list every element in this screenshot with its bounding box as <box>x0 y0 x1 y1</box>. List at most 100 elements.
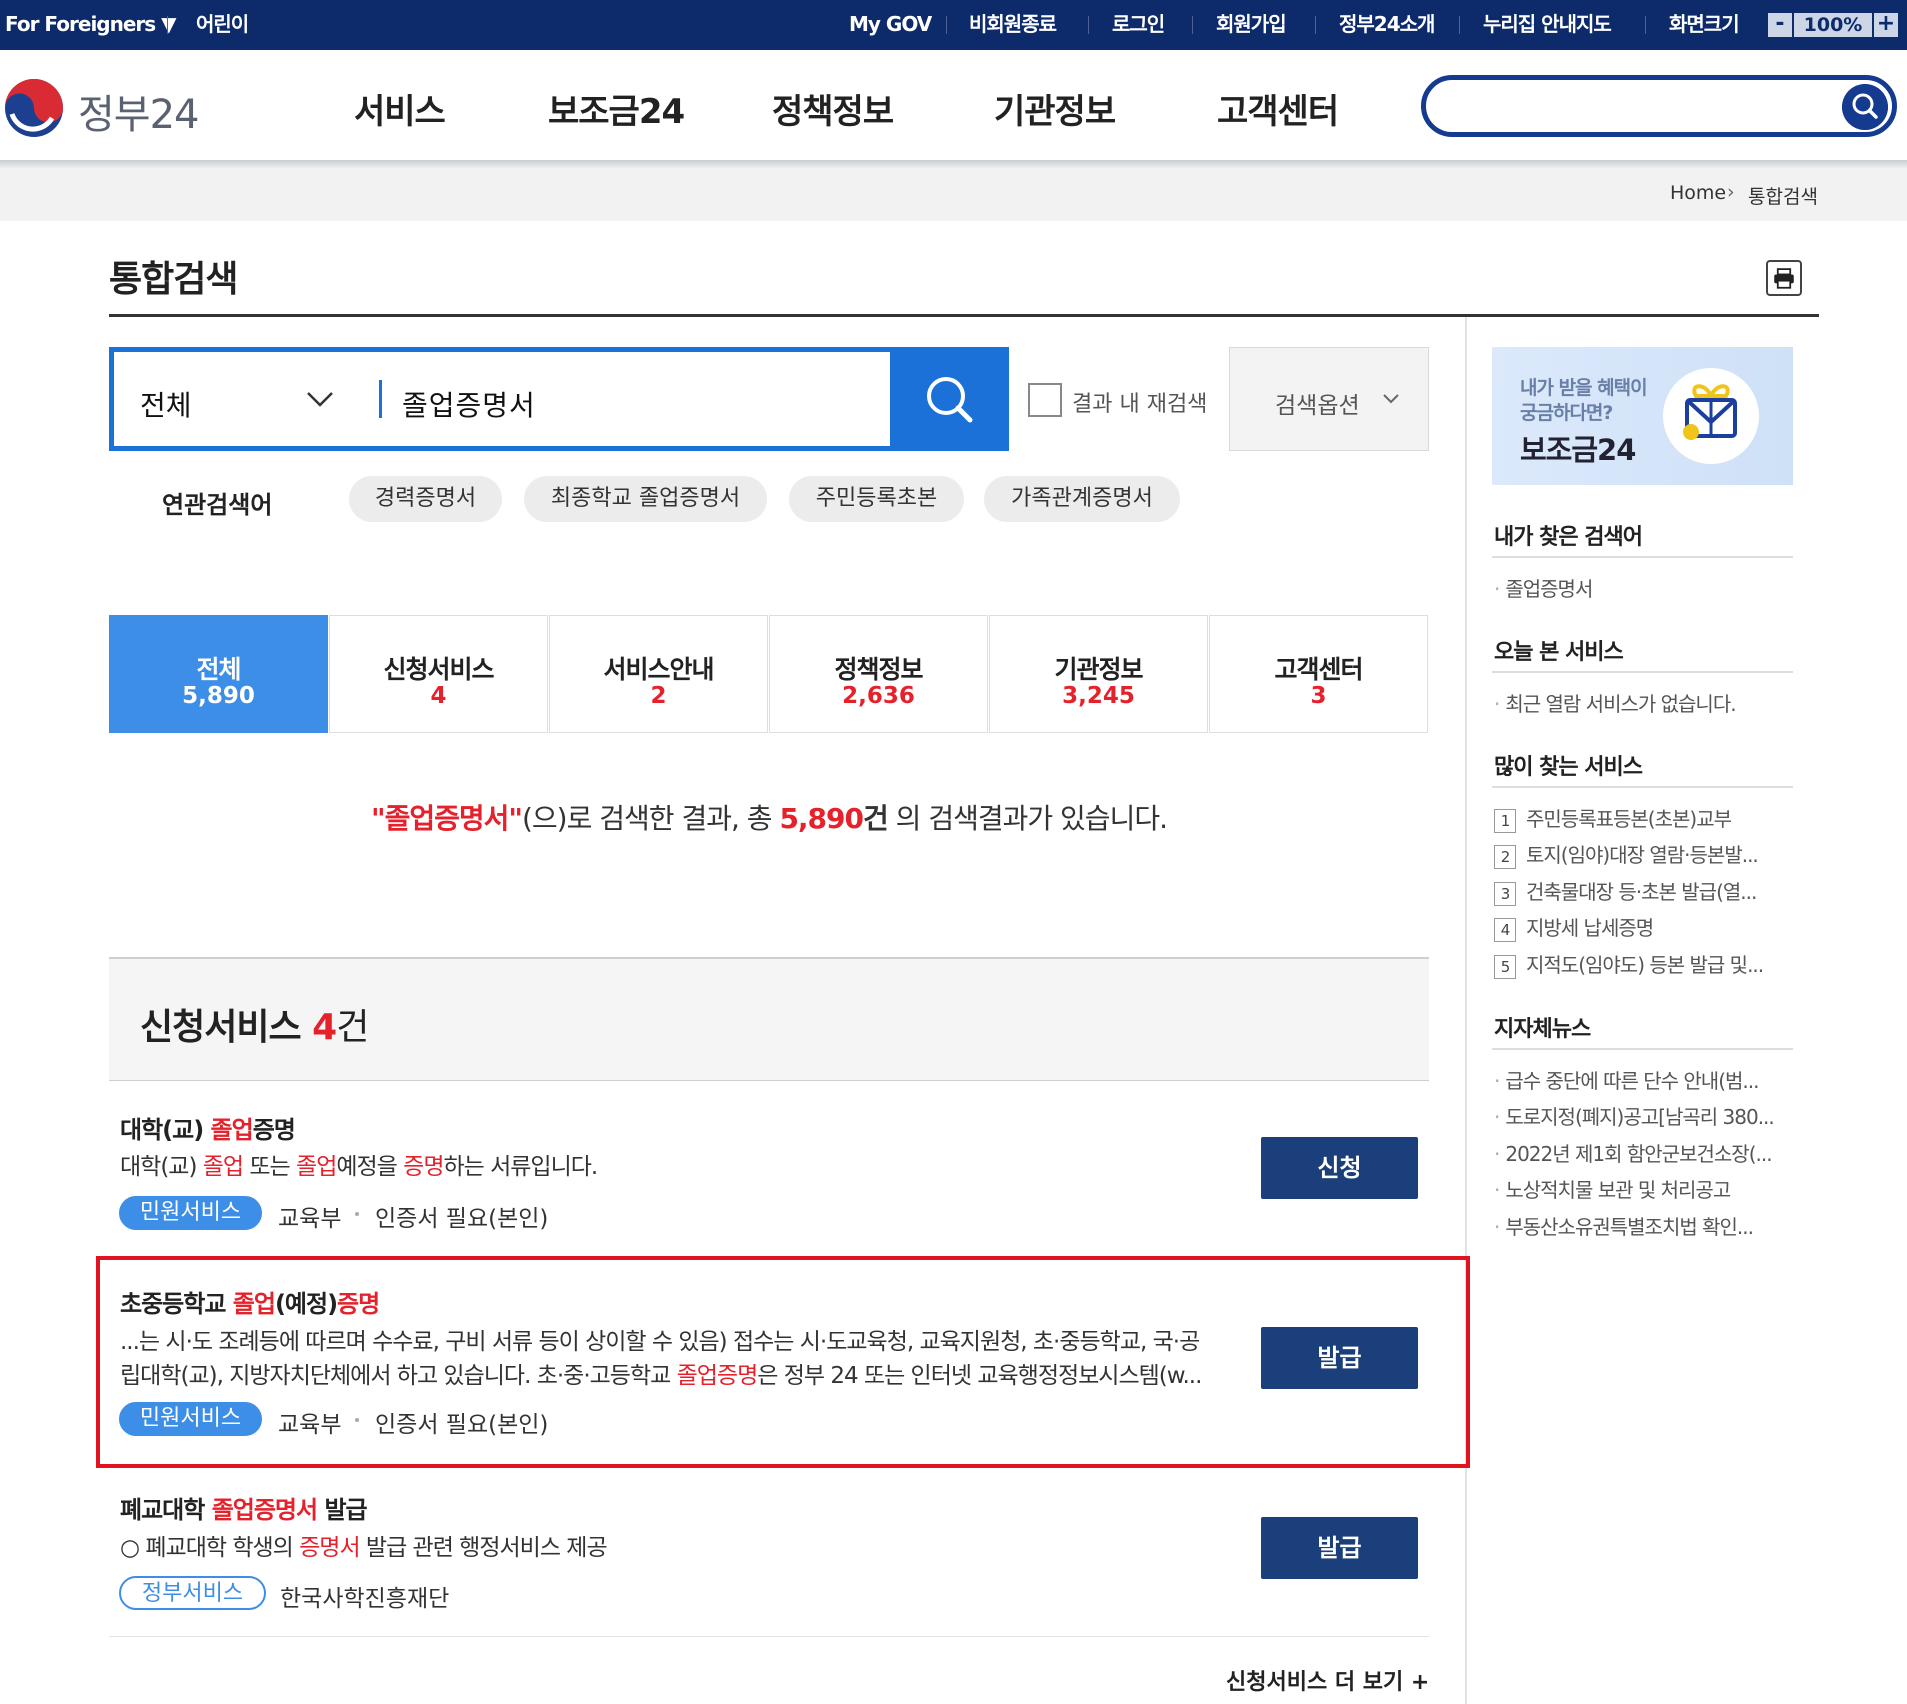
nonmember-end-link[interactable]: 비회원종료 <box>969 0 1057 50</box>
tab-count: 4 <box>430 683 447 709</box>
tab-policy-info[interactable]: 정책정보 2,636 <box>769 615 988 733</box>
popular-service-label: 지적도(임야도) 등본 발급 및... <box>1526 953 1764 977</box>
my-search-item[interactable]: · 졸업증명서 <box>1494 573 1593 602</box>
related-keyword-chip[interactable]: 경력증명서 <box>349 476 502 522</box>
today-viewed-empty: · 최근 열람 서비스가 없습니다. <box>1494 692 1737 716</box>
apply-button[interactable]: 신청 <box>1261 1137 1418 1199</box>
nav-agency[interactable]: 기관정보 <box>994 84 1116 133</box>
logo-text[interactable]: 정부24 <box>78 82 199 140</box>
popular-service-item[interactable]: 5 지적도(임야도) 등본 발급 및... <box>1494 949 1764 979</box>
category-tag: 민원서비스 <box>119 1196 262 1230</box>
breadcrumb-home[interactable]: Home <box>1670 182 1726 204</box>
recheck-label[interactable]: 결과 내 재검색 <box>1072 386 1207 418</box>
meta-separator <box>355 1212 359 1216</box>
chevron-down-icon[interactable] <box>1381 389 1401 409</box>
section-unit: 건 <box>336 1007 369 1048</box>
header-shadow <box>0 160 1907 168</box>
tab-all[interactable]: 전체 5,890 <box>109 615 328 733</box>
tab-agency-info[interactable]: 기관정보 3,245 <box>989 615 1208 733</box>
recheck-checkbox[interactable] <box>1028 383 1062 417</box>
tab-count: 3 <box>1310 683 1327 709</box>
tab-count: 2,636 <box>842 683 915 709</box>
related-keyword-chip[interactable]: 주민등록초본 <box>789 476 964 522</box>
desc-text: 예정을 <box>336 1154 404 1180</box>
related-keyword-chip[interactable]: 가족관계증명서 <box>984 476 1180 522</box>
site-guide-link[interactable]: 누리집 안내지도 <box>1483 0 1612 50</box>
local-news-item[interactable]: · 도로지정(폐지)공고[남곡리 380... <box>1494 1101 1775 1130</box>
popular-service-item[interactable]: 2 토지(임야)대장 열람·등본발... <box>1494 839 1759 869</box>
breadcrumb-current: 통합검색 <box>1748 186 1818 208</box>
local-news-item[interactable]: · 급수 중단에 따른 단수 안내(범... <box>1494 1065 1759 1094</box>
page-title: 통합검색 <box>109 259 238 300</box>
divider <box>1088 16 1089 34</box>
signup-link[interactable]: 회원가입 <box>1216 0 1287 50</box>
my-search-text: 졸업증명서 <box>1505 577 1593 601</box>
divider <box>1459 16 1460 34</box>
cert-required-label: 인증서 필요(본인) <box>375 1206 549 1232</box>
header-search-icon[interactable] <box>1842 84 1888 130</box>
news-text: 노상적치물 보관 및 처리공고 <box>1505 1178 1731 1202</box>
banner-title: 보조금24 <box>1520 433 1636 467</box>
nav-service[interactable]: 서비스 <box>354 84 446 133</box>
popular-service-item[interactable]: 3 건축물대장 등·초본 발급(열... <box>1494 876 1757 906</box>
zoom-out-button[interactable]: - <box>1768 13 1792 37</box>
tab-application-service[interactable]: 신청서비스 4 <box>329 615 548 733</box>
tab-label: 정책정보 <box>834 655 923 684</box>
category-tag: 정부서비스 <box>119 1576 266 1610</box>
banner-text: 궁금하다면? <box>1520 402 1613 424</box>
mygov-link[interactable]: My GOV <box>849 0 932 50</box>
nav-customer-center[interactable]: 고객센터 <box>1217 84 1339 133</box>
result-summary: "졸업증명서"(으)로 검색한 결과, 총 5,890건 의 검색결과가 있습니… <box>109 797 1429 837</box>
for-foreigners-link[interactable]: For Foreigners ▼ <box>5 0 177 50</box>
print-icon[interactable] <box>1766 260 1802 296</box>
result-description: ○ 폐교대학 학생의 증명서 발급 관련 행정서비스 제공 <box>120 1530 608 1566</box>
gift-box-icon <box>1663 368 1759 464</box>
local-news-item[interactable]: · 부동산소유권특별조치법 확인... <box>1494 1211 1754 1240</box>
taegeuk-logo-icon[interactable] <box>4 78 64 138</box>
nav-policy[interactable]: 정책정보 <box>772 84 894 133</box>
desc-text: 하는 서류입니다. <box>443 1154 598 1180</box>
header-search-input[interactable] <box>1421 75 1897 137</box>
popular-service-label: 지방세 납세증명 <box>1526 916 1654 940</box>
result-title-link[interactable]: 폐교대학 졸업증명서 발급 <box>120 1490 368 1525</box>
result-title-link[interactable]: 대학(교) 졸업증명 <box>120 1110 296 1145</box>
popular-service-label: 건축물대장 등·초본 발급(열... <box>1526 880 1757 904</box>
tab-service-guide[interactable]: 서비스안내 2 <box>549 615 768 733</box>
popular-service-item[interactable]: 1 주민등록표등본(초본)교부 <box>1494 803 1732 833</box>
nav-subsidy24[interactable]: 보조금24 <box>548 84 685 133</box>
rank-badge: 4 <box>1494 917 1516 942</box>
search-options-label[interactable]: 검색옵션 <box>1275 386 1360 420</box>
tab-customer-center[interactable]: 고객센터 3 <box>1209 615 1428 733</box>
more-services-link[interactable]: 신청서비스 더 보기 + <box>1226 1664 1429 1696</box>
popular-services-heading: 많이 찾는 서비스 <box>1494 755 1643 780</box>
search-scope-select[interactable]: 전체 <box>140 384 192 424</box>
popular-service-item[interactable]: 4 지방세 납세증명 <box>1494 912 1654 942</box>
issue-button[interactable]: 발급 <box>1261 1517 1418 1579</box>
zoom-in-button[interactable]: + <box>1874 13 1898 37</box>
divider <box>1192 16 1193 34</box>
tab-count: 2 <box>650 683 667 709</box>
divider <box>1315 16 1316 34</box>
side-divider <box>1492 786 1793 788</box>
side-divider <box>1492 556 1793 558</box>
popular-service-label: 주민등록표등본(초본)교부 <box>1526 807 1732 831</box>
news-text: 2022년 제1회 함안군보건소장(... <box>1505 1142 1772 1166</box>
title-divider <box>109 314 1819 317</box>
login-link[interactable]: 로그인 <box>1112 0 1165 50</box>
search-button[interactable] <box>890 347 1009 451</box>
banner-text: 내가 받을 혜택이 <box>1520 377 1648 399</box>
kids-link[interactable]: 어린이 <box>196 0 249 50</box>
summary-query: "졸업증명서" <box>371 802 523 835</box>
related-keyword-chip[interactable]: 최종학교 졸업증명서 <box>524 476 767 522</box>
desc-highlight: 졸업 <box>202 1154 244 1180</box>
search-divider <box>379 380 382 418</box>
about-link[interactable]: 정부24소개 <box>1339 0 1435 50</box>
search-input[interactable]: 졸업증명서 <box>402 384 536 424</box>
divider <box>167 16 168 34</box>
screen-size-label: 화면크기 <box>1669 12 1740 36</box>
chevron-down-icon[interactable] <box>305 384 335 414</box>
local-news-item[interactable]: · 노상적치물 보관 및 처리공고 <box>1494 1174 1731 1203</box>
side-divider <box>1492 1048 1793 1050</box>
local-news-item[interactable]: · 2022년 제1회 함안군보건소장(... <box>1494 1138 1773 1167</box>
empty-text: 최근 열람 서비스가 없습니다. <box>1505 692 1736 716</box>
